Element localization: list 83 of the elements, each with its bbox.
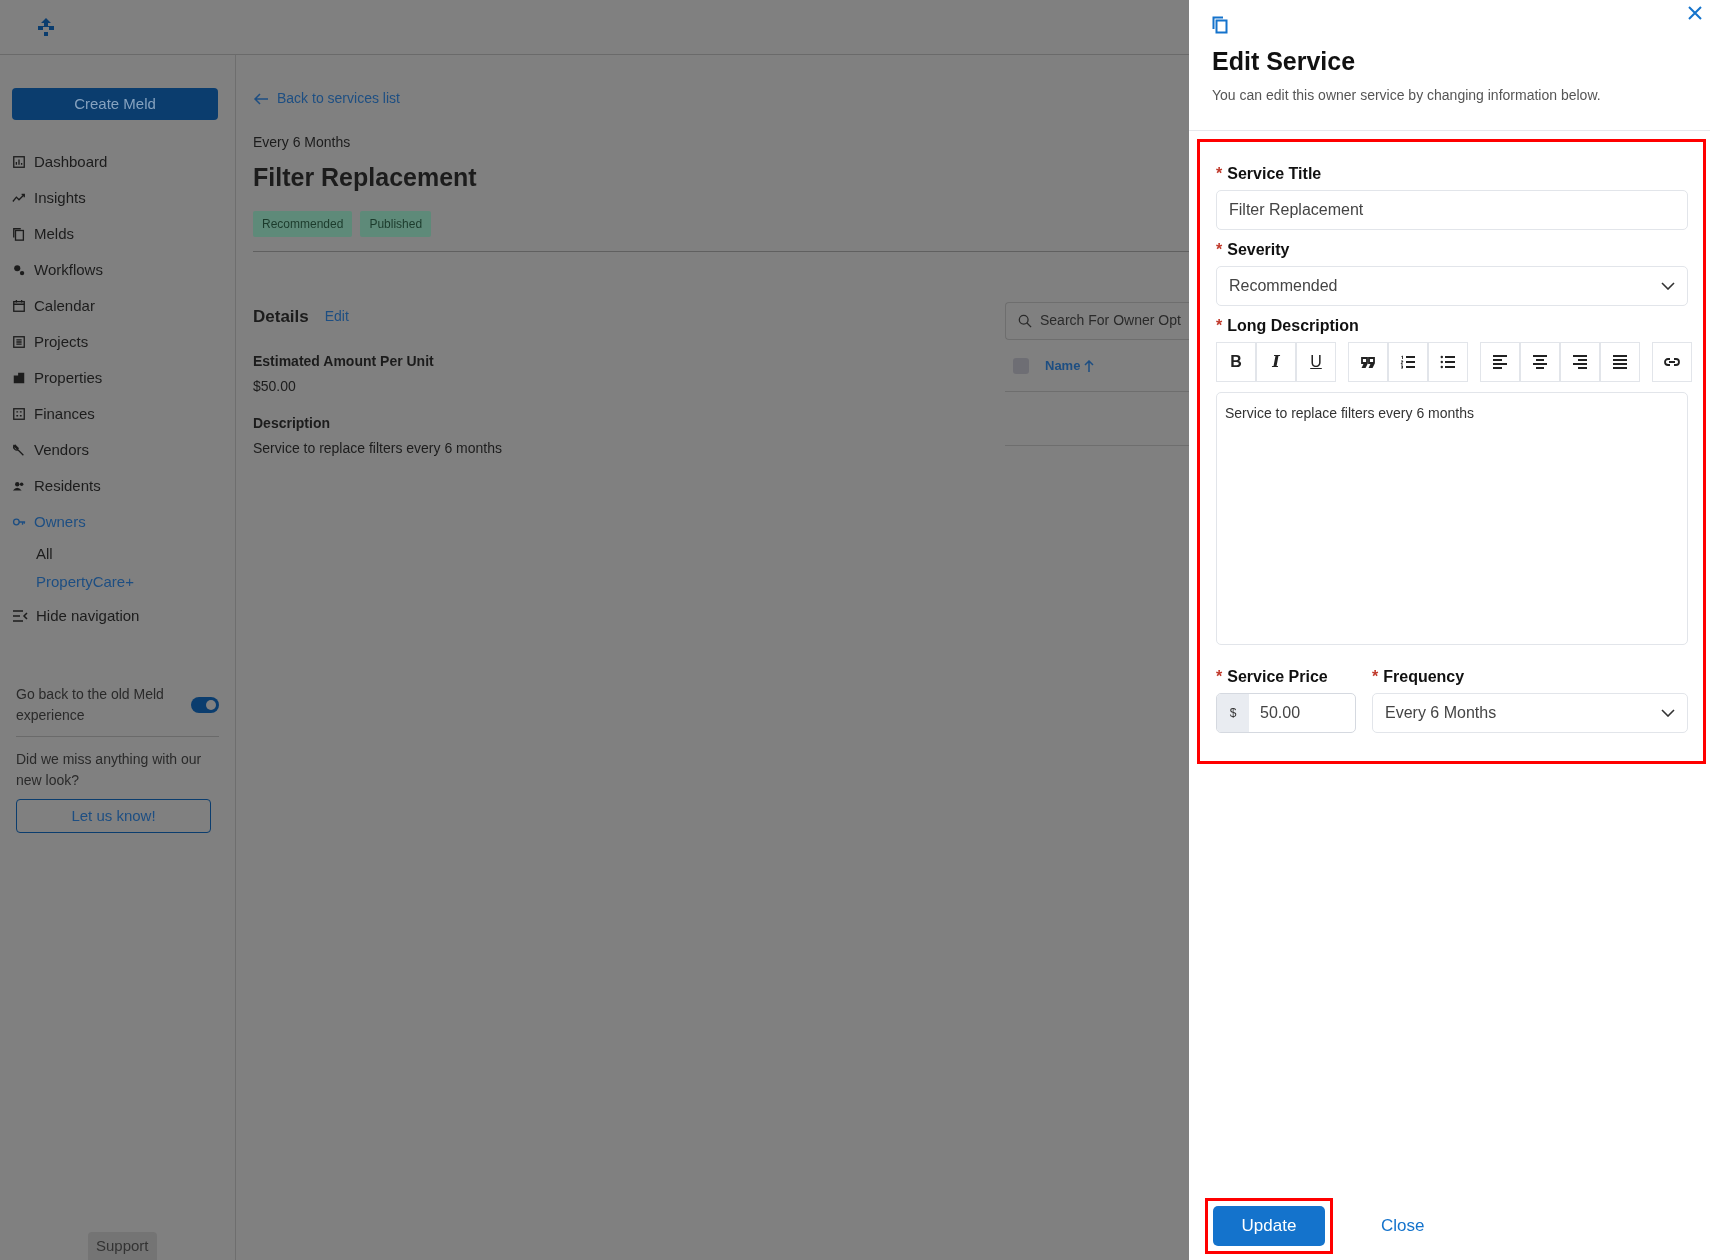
search-field[interactable]: Search For Owner Opt [1005,301,1189,340]
align-center-icon [1532,354,1548,370]
nav-subitem[interactable]: PropertyCare+ [12,568,219,596]
quote-icon [1360,354,1376,370]
section-heading: Details [253,305,309,328]
close-icon[interactable] [1688,6,1702,20]
support-button[interactable]: Support [88,1231,157,1260]
page-title: Filter Replacement [253,162,477,193]
link-button[interactable] [1652,342,1692,382]
search-icon [1018,313,1032,328]
field-value: $50.00 [253,377,297,396]
nav-item[interactable]: Calendar [12,288,219,324]
field-label: * Long Description [1216,316,1360,336]
align-center-button[interactable] [1520,342,1560,382]
align-right-icon [1572,354,1588,370]
feedback-button[interactable]: Let us know! [16,799,211,833]
frequency-label: Every 6 Months [253,133,352,152]
nav-item[interactable]: Dashboard [12,144,219,180]
chevron-down-icon [1661,709,1675,717]
arrow-left-icon [253,91,269,106]
description-editor[interactable]: Service to replace filters every 6 months [1216,392,1688,645]
close-link[interactable]: Close [1381,1213,1425,1239]
old-experience-label: Go back to the old Meld experience [16,685,165,725]
field-label: * Severity [1216,240,1291,260]
nav-item[interactable]: Owners [12,504,219,540]
field-label: Estimated Amount Per Unit [253,352,435,371]
nav-item[interactable]: Properties [12,360,219,396]
create-meld-button[interactable]: Create Meld [12,88,218,120]
search-placeholder: Search For Owner Opt [1040,311,1181,330]
bold-button[interactable]: B [1216,342,1256,382]
calculator-icon [12,407,26,421]
align-left-icon [1492,354,1508,370]
bulleted-list-icon [1440,354,1456,370]
field-label: * Service Price [1216,667,1329,687]
toggle-switch[interactable] [191,697,219,713]
arrow-up-icon [1084,360,1095,372]
currency-prefix: $ [1217,694,1249,732]
copy-icon [1212,16,1228,35]
collapse-menu-icon [12,609,28,623]
drawer-subtitle: You can edit this owner service by changing information below. [1212,85,1602,105]
field-label: * Frequency [1372,667,1466,687]
feedback-prompt: Did we miss anything with our new look? [15,750,203,790]
align-justify-button[interactable] [1600,342,1640,382]
field-label: * Service Title [1216,164,1323,184]
calendar-icon [12,299,26,313]
text-field[interactable]: Filter Replacement [1216,190,1688,230]
nav-item[interactable]: Finances [12,396,219,432]
back-link[interactable]: Back to services list [253,88,400,109]
field-label: Description [253,414,331,433]
bulleted-list-button[interactable] [1428,342,1468,382]
price-field[interactable]: $ 50.00 [1216,693,1356,733]
nav-item[interactable]: Vendors [12,432,219,468]
align-left-button[interactable] [1480,342,1520,382]
quote-button[interactable] [1348,342,1388,382]
dropdown-field[interactable]: Recommended [1216,266,1688,306]
chevron-down-icon [1661,282,1675,290]
field-value: Service to replace filters every 6 months [253,439,502,458]
nav-item[interactable]: Projects [12,324,219,360]
nav-item[interactable]: Insights [12,180,219,216]
align-right-button[interactable] [1560,342,1600,382]
nav-subitem[interactable]: All [12,540,219,568]
italic-button[interactable]: I [1256,342,1296,382]
update-button[interactable]: Update [1213,1206,1325,1246]
drawer-title: Edit Service [1212,46,1357,77]
logo-icon [36,17,56,37]
hide-navigation-link[interactable]: Hide navigation [12,598,219,634]
dashboard-icon [12,155,26,169]
trend-line-icon [12,191,26,205]
people-icon [12,479,26,493]
status-tag: Published [360,210,432,237]
numbered-list-button[interactable] [1388,342,1428,382]
dropdown-field[interactable]: Every 6 Months [1372,693,1688,733]
nav-item[interactable]: Melds [12,216,219,252]
price-value: 50.00 [1259,703,1301,723]
nav-item[interactable]: Workflows [12,252,219,288]
edit-link[interactable]: Edit [324,305,349,327]
underline-button[interactable]: U [1296,342,1336,382]
list-icon [12,335,26,349]
nav-item[interactable]: Residents [12,468,219,504]
status-tag: Recommended [253,210,353,237]
copy-icon [12,227,26,241]
align-justify-icon [1612,354,1628,370]
numbered-list-icon [1400,354,1416,370]
